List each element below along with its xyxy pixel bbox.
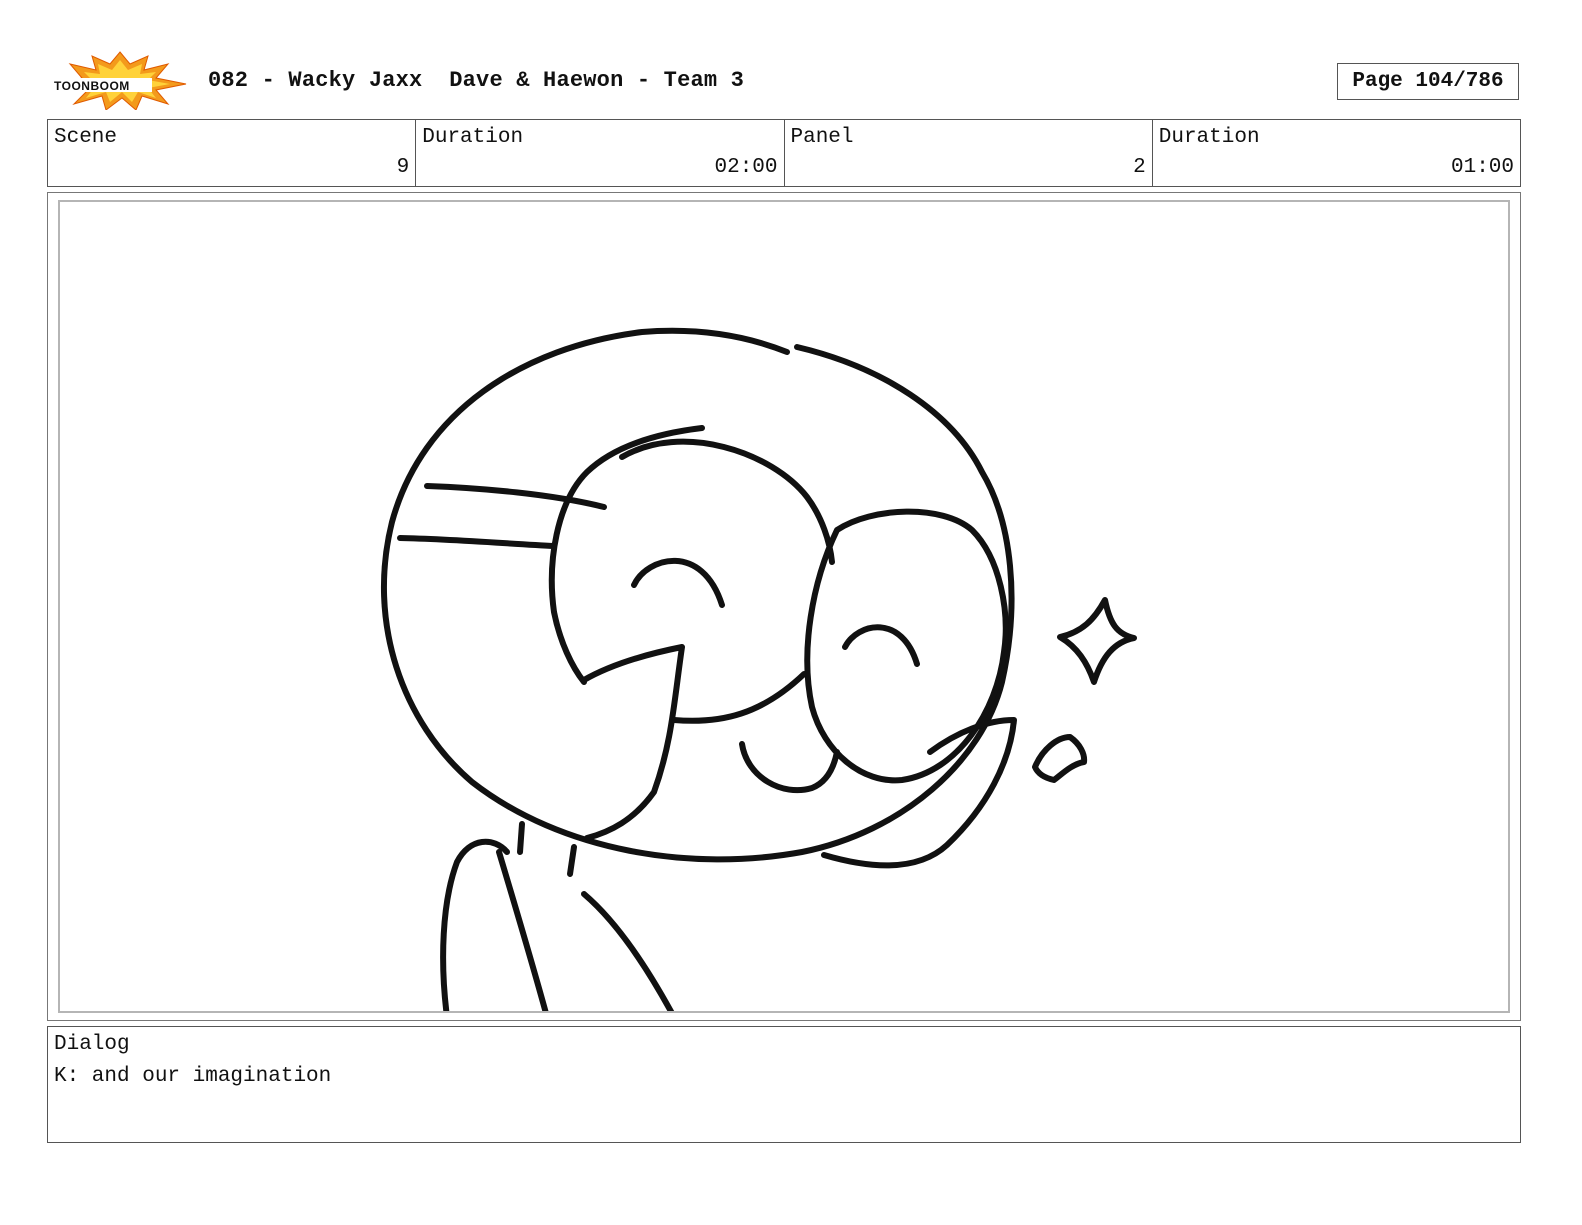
head-outline — [380, 327, 1015, 863]
hair-strand-2 — [397, 535, 557, 549]
left-eye-outline — [548, 425, 705, 685]
page-number: Page 104/786 — [1337, 63, 1519, 100]
panel-value: 2 — [1133, 156, 1146, 179]
cheek-shape — [581, 644, 685, 841]
storyboard-title: 082 - Wacky Jaxx Dave & Haewon - Team 3 — [208, 68, 745, 93]
shoulder-right — [581, 891, 675, 1011]
neck-left — [440, 838, 510, 1011]
scene-duration-cell: Duration 02:00 — [416, 120, 785, 186]
scene-label: Scene — [54, 126, 118, 149]
scene-value: 9 — [396, 156, 410, 179]
panel-duration-value: 01:00 — [1450, 156, 1514, 179]
scene-duration-label: Duration — [422, 126, 524, 149]
smile — [739, 741, 840, 794]
panel-cell: Panel 2 — [785, 120, 1153, 186]
dialog-box: Dialog K: and our imagination — [47, 1026, 1521, 1143]
scene-cell: Scene 9 — [48, 120, 417, 186]
hand-shape — [821, 717, 1017, 869]
chin-mark-1 — [517, 821, 525, 855]
nose-bridge — [671, 671, 807, 724]
hair-strand-1 — [424, 483, 607, 510]
panel-drawing-area — [58, 200, 1510, 1013]
chin-mark-2 — [567, 844, 577, 877]
brow-top — [619, 438, 835, 565]
sparkle-gem — [1032, 734, 1088, 783]
dialog-label: Dialog — [54, 1033, 130, 1056]
toon-boom-logo: TOONBOOM — [52, 50, 188, 111]
panel-label: Panel — [790, 126, 854, 149]
dialog-text: K: and our imagination — [54, 1065, 332, 1088]
left-eye-closed — [631, 557, 725, 608]
panel-info-row: Scene 9 Duration 02:00 Panel 2 Duration … — [47, 119, 1521, 187]
sparkle-star — [1057, 597, 1137, 685]
logo-text: TOONBOOM — [54, 79, 130, 93]
storyboard-sketch — [380, 327, 1137, 1011]
panel-duration-label: Duration — [1158, 126, 1260, 149]
neck-inner — [496, 849, 549, 1011]
panel-duration-cell: Duration 01:00 — [1153, 120, 1520, 186]
scene-duration-value: 02:00 — [714, 156, 778, 179]
right-eye-closed — [842, 624, 920, 667]
